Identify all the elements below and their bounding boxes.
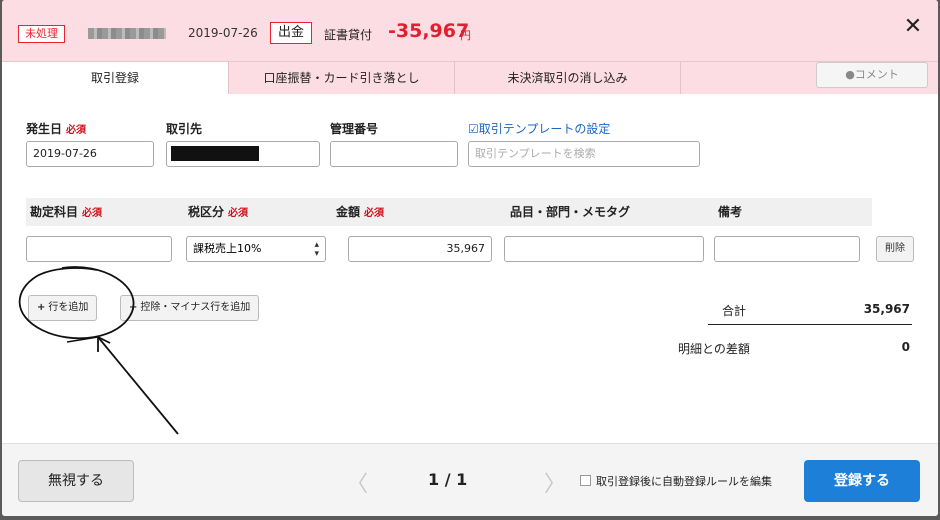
header-amount: -35,967	[388, 20, 470, 42]
add-deduction-row-button[interactable]: + 控除・マイナス行を追加	[120, 295, 260, 321]
tab-reconcile[interactable]: 未決済取引の消し込み	[455, 62, 681, 94]
close-icon[interactable]: ✕	[900, 14, 926, 40]
select-arrow-icon: ▴ ▾	[314, 240, 319, 259]
header-tax: 税区分 必須	[188, 205, 249, 219]
total-label: 合計	[722, 304, 747, 318]
tab-transfer[interactable]: 口座振替・カード引き落とし	[229, 62, 455, 94]
plus-icon: +	[37, 302, 46, 313]
difference-value: 0	[901, 340, 910, 354]
auto-rule-checkbox[interactable]	[580, 475, 591, 486]
direction-badge: 出金	[270, 22, 313, 44]
total-value: 35,967	[863, 302, 910, 316]
submit-button[interactable]: 登録する	[804, 460, 920, 502]
item-input[interactable]	[504, 236, 704, 262]
template-settings-link[interactable]: ☑取引テンプレートの設定	[468, 120, 610, 137]
auto-rule-label[interactable]: 取引登録後に自動登録ルールを編集	[596, 473, 772, 489]
account-input[interactable]	[26, 236, 172, 262]
header-item: 品目・部門・メモタグ	[510, 205, 631, 219]
amount-input[interactable]: 35,967	[348, 236, 492, 262]
comment-button[interactable]: ●コメント	[816, 62, 928, 88]
management-number-input[interactable]	[330, 141, 458, 167]
date-label: 発生日 必須	[26, 122, 87, 136]
modal-footer: 無視する 〈 1 / 1 〉 取引登録後に自動登録ルールを編集 登録する	[2, 443, 938, 516]
header-amount: 金額 必須	[336, 205, 385, 219]
currency-label: 円	[460, 29, 471, 42]
transaction-modal: 未処理 2019-07-26 出金 証書貸付 -35,967 円 ✕ 取引登録 …	[2, 0, 938, 516]
masked-partner-value	[171, 146, 259, 161]
plus-icon: +	[129, 302, 138, 313]
difference-label: 明細との差額	[678, 342, 750, 356]
tab-bar: 取引登録 口座振替・カード引き落とし 未決済取引の消し込み	[2, 62, 938, 94]
modal-header: 未処理 2019-07-26 出金 証書貸付 -35,967 円 ✕	[2, 0, 938, 62]
partner-input[interactable]	[166, 141, 320, 167]
header-account: 勘定科目 必須	[30, 205, 103, 219]
management-number-label: 管理番号	[330, 122, 379, 136]
tax-select[interactable]: 課税売上10% ▴ ▾	[186, 236, 326, 262]
status-badge: 未処理	[18, 25, 65, 43]
detail-table-header: 勘定科目 必須 税区分 必須 金額 必須 品目・部門・メモタグ 備考	[26, 198, 872, 226]
partner-label: 取引先	[166, 122, 203, 136]
memo-input[interactable]	[714, 236, 860, 262]
page-indicator: 1 / 1	[428, 470, 468, 489]
delete-row-button[interactable]: 削除	[876, 236, 914, 262]
header-memo: 備考	[718, 205, 743, 219]
annotation-tail	[66, 336, 99, 343]
template-search-input[interactable]: 取引テンプレートを検索	[468, 141, 700, 167]
masked-account-name	[88, 28, 166, 39]
annotation-arrow-head	[97, 336, 111, 352]
prev-page-icon[interactable]: 〈	[346, 466, 368, 498]
total-divider	[708, 324, 912, 325]
tab-register[interactable]: 取引登録	[2, 62, 229, 94]
transaction-type: 証書貸付	[324, 28, 373, 42]
ignore-button[interactable]: 無視する	[18, 460, 134, 502]
next-page-icon[interactable]: 〉	[544, 466, 566, 498]
tax-select-value: 課税売上10%	[193, 242, 262, 255]
required-marker: 必須	[66, 125, 87, 136]
date-input[interactable]: 2019-07-26	[26, 141, 154, 167]
add-row-button[interactable]: + 行を追加	[28, 295, 98, 321]
header-date: 2019-07-26	[188, 26, 258, 40]
annotation-arrow-line	[97, 336, 179, 435]
